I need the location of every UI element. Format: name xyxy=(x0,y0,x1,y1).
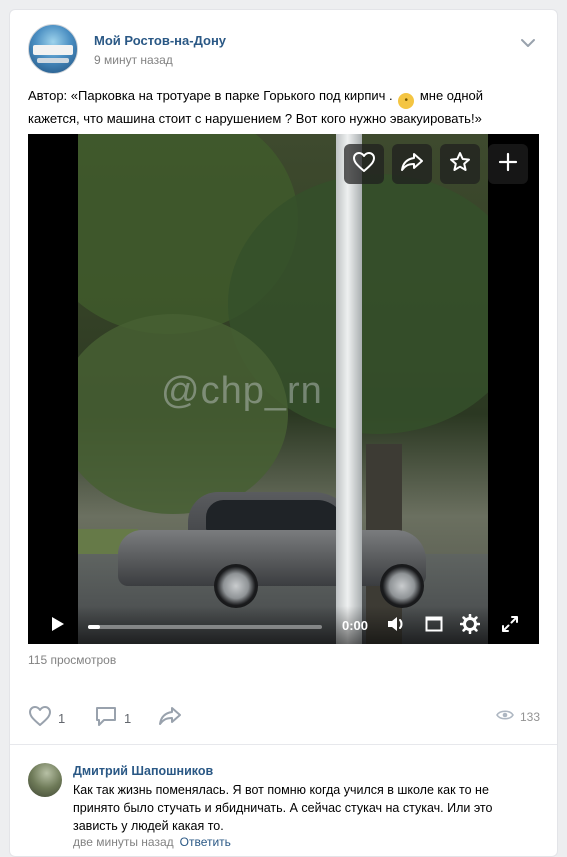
heart-outline-icon xyxy=(28,705,52,732)
share-arrow-icon xyxy=(400,151,424,178)
car-body xyxy=(118,530,426,586)
avatar-logo-band-lower xyxy=(37,58,69,63)
like-button[interactable]: 1 xyxy=(28,705,65,731)
divider xyxy=(10,744,557,745)
plus-icon xyxy=(498,152,518,177)
star-icon xyxy=(449,151,471,178)
like-count: 1 xyxy=(58,710,66,726)
comment-time[interactable]: две минуты назад xyxy=(73,835,174,849)
views-count: 133 xyxy=(519,709,540,724)
car-window xyxy=(206,500,346,530)
post-card: Мой Ростов-на-Дону 9 минут назад Автор: … xyxy=(9,9,558,857)
volume-icon xyxy=(386,615,406,638)
video-controls-bar: 0:00 xyxy=(28,606,539,644)
settings-button[interactable] xyxy=(459,613,481,639)
reply-link[interactable]: Ответить xyxy=(180,835,231,849)
video-watermark: @chp_rn xyxy=(161,370,323,412)
play-button[interactable] xyxy=(48,616,68,636)
eye-icon xyxy=(496,709,520,724)
post-time[interactable]: 9 минут назад xyxy=(94,53,173,67)
heart-icon xyxy=(352,151,376,178)
video-current-time: 0:00 xyxy=(342,618,369,633)
miniplayer-button[interactable] xyxy=(424,616,444,636)
fullscreen-button[interactable] xyxy=(500,615,520,638)
fullscreen-icon xyxy=(501,615,519,638)
post-views: 133 xyxy=(496,709,540,724)
group-name-link[interactable]: Мой Ростов-на-Дону xyxy=(94,33,226,48)
post-text: Автор: «Парковка на тротуаре в парке Гор… xyxy=(28,86,538,128)
play-icon xyxy=(51,616,65,637)
share-button[interactable] xyxy=(158,705,182,731)
video-progress-fill xyxy=(88,625,100,629)
settings-gear-icon xyxy=(459,613,481,639)
comment-meta: две минуты назад Ответить xyxy=(73,835,231,849)
commenter-avatar[interactable] xyxy=(28,763,62,797)
parked-car xyxy=(118,492,428,608)
post-header: Мой Ростов-на-Дону 9 минут назад xyxy=(28,24,538,76)
post-actions: 1 1 133 xyxy=(28,705,540,731)
like-video-button[interactable] xyxy=(344,144,384,184)
video-progress-bar[interactable] xyxy=(88,625,322,629)
add-video-button[interactable] xyxy=(488,144,528,184)
car-wheel xyxy=(214,564,258,608)
comment-text: Как так жизнь поменялась. Я вот помню ко… xyxy=(73,783,493,833)
comment-bubble-icon xyxy=(94,705,118,732)
volume-button[interactable] xyxy=(386,616,406,636)
comment-author-link[interactable]: Дмитрий Шапошников xyxy=(73,764,213,778)
comment-count: 1 xyxy=(124,710,132,726)
favorite-video-button[interactable] xyxy=(440,144,480,184)
video-views-count: 115 просмотров xyxy=(28,653,117,667)
video-frame: @chp_rn xyxy=(78,134,488,644)
face-with-raised-eyebrow-icon: • xyxy=(398,93,415,109)
chevron-down-icon[interactable] xyxy=(518,36,538,50)
share-arrow-icon xyxy=(158,705,182,732)
lamp-pole xyxy=(336,134,362,644)
miniplayer-icon xyxy=(425,616,443,637)
avatar-logo-band xyxy=(33,45,73,55)
share-video-button[interactable] xyxy=(392,144,432,184)
group-avatar[interactable] xyxy=(28,24,78,74)
car-wheel xyxy=(380,564,424,608)
post-text-part-1: Автор: «Парковка на тротуаре в парке Гор… xyxy=(28,88,397,103)
comment-button[interactable]: 1 xyxy=(94,705,131,731)
video-player[interactable]: @chp_rn 0:00 xyxy=(28,134,539,644)
